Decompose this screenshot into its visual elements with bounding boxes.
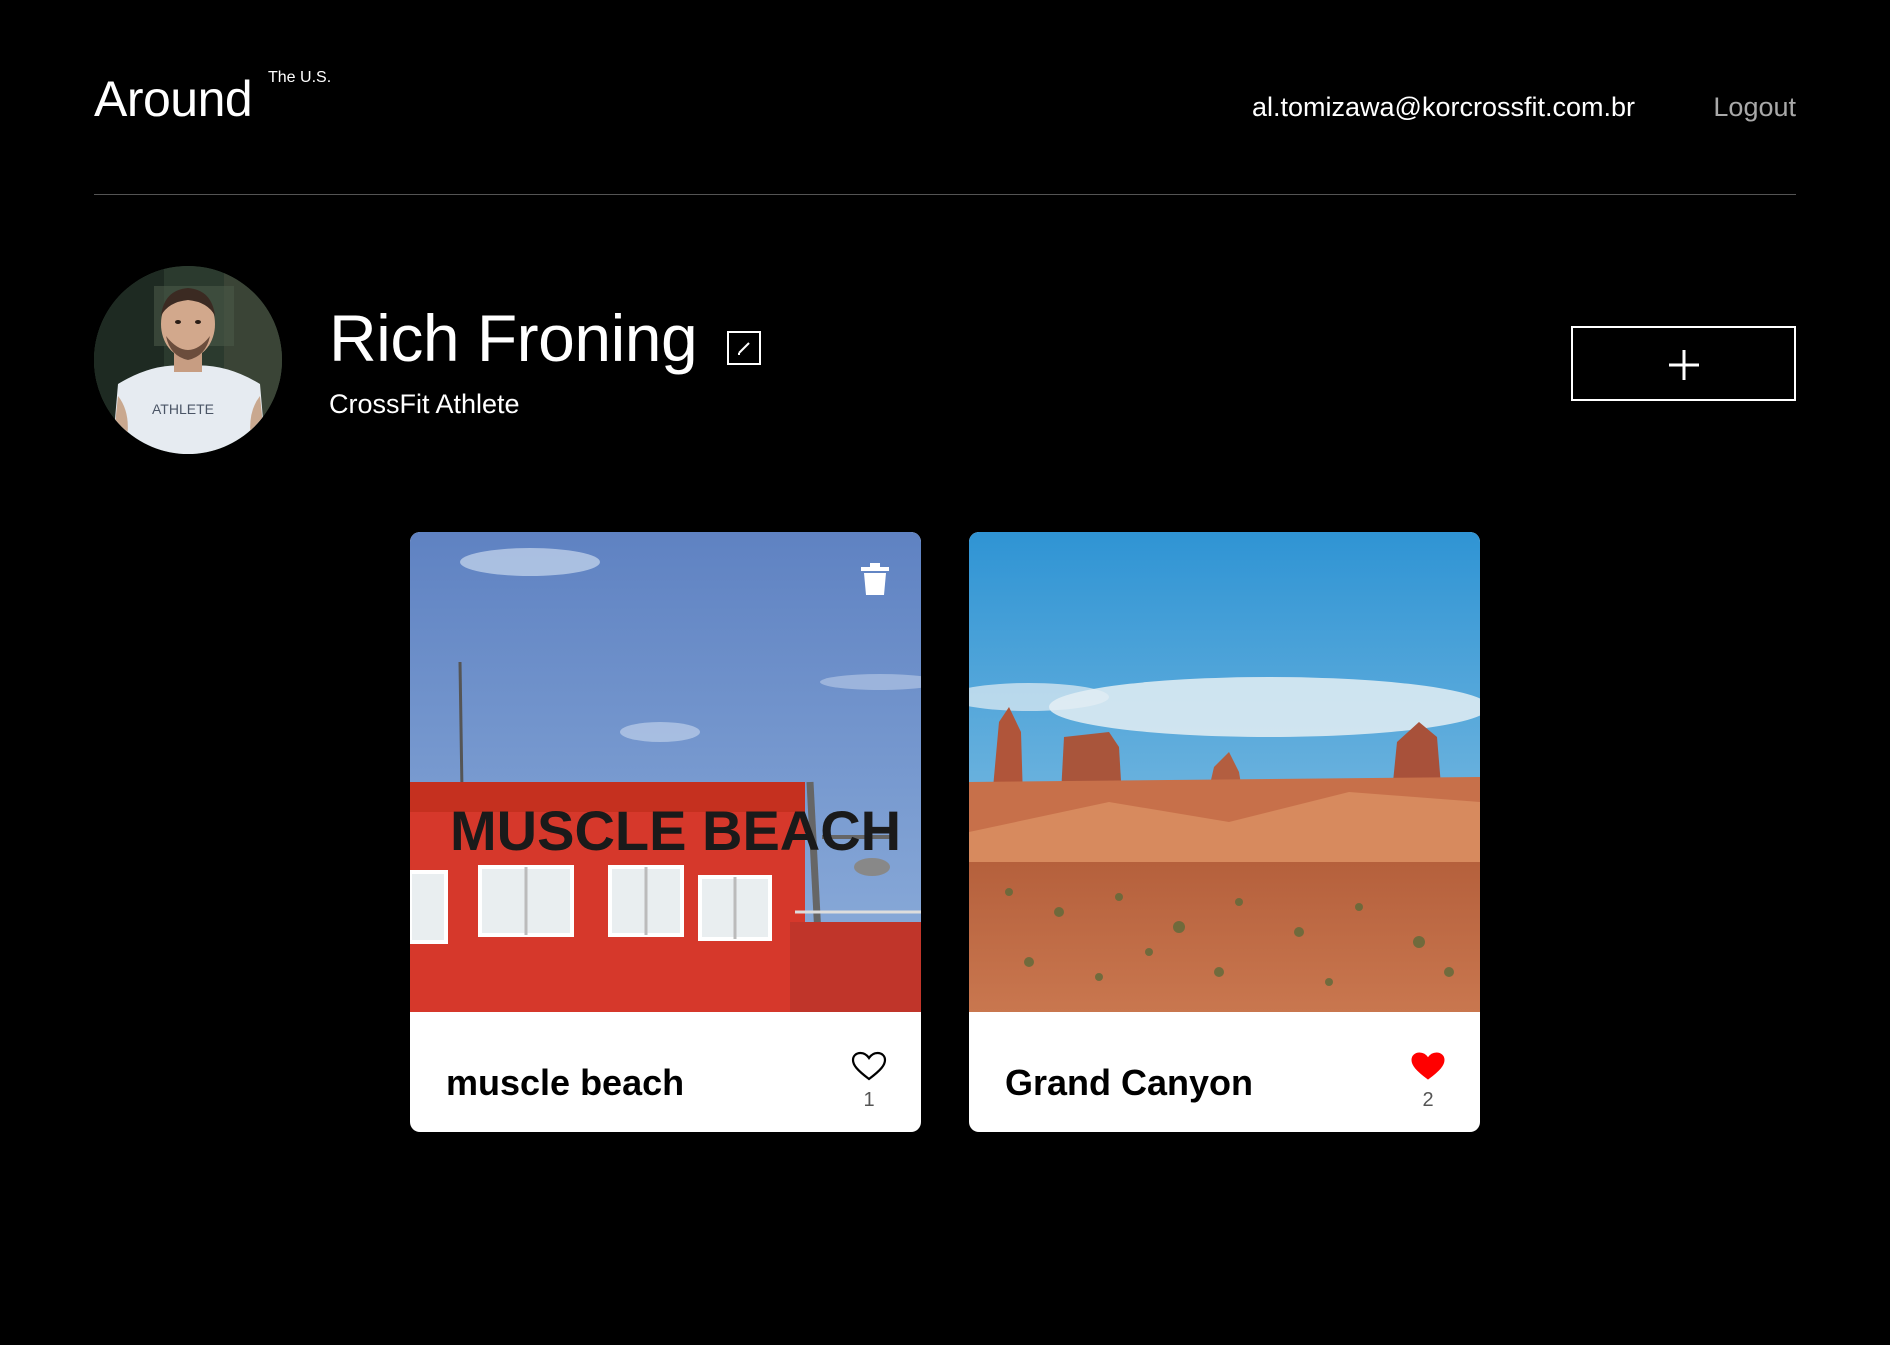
logo[interactable]: Around	[94, 70, 253, 128]
avatar[interactable]: ATHLETE	[94, 266, 282, 454]
heart-outline-icon	[851, 1051, 887, 1081]
like-count: 1	[863, 1089, 875, 1111]
avatar-photo: ATHLETE	[94, 266, 282, 454]
logout-link[interactable]: Logout	[1713, 91, 1796, 123]
like-button[interactable]	[1410, 1051, 1446, 1081]
card-title: Grand Canyon	[1005, 1062, 1254, 1103]
card-image[interactable]	[969, 532, 1480, 1012]
heart-filled-icon	[1411, 1052, 1445, 1080]
grand-canyon-photo	[969, 532, 1480, 1012]
like-count: 2	[1422, 1089, 1434, 1111]
header: Around The U.S. al.tomizawa@korcrossfit.…	[94, 0, 1796, 195]
muscle-beach-sign: MUSCLE BEACH	[450, 799, 901, 862]
delete-card-button[interactable]	[859, 562, 891, 596]
like-button[interactable]	[851, 1051, 887, 1081]
page: Around The U.S. al.tomizawa@korcrossfit.…	[0, 0, 1890, 1345]
trash-icon	[861, 563, 889, 595]
profile-name: Rich Froning	[329, 301, 698, 375]
place-card: MUSCLE BEACH muscle beach 1	[410, 532, 921, 1132]
card-image[interactable]: MUSCLE BEACH	[410, 532, 921, 1012]
profile-about: CrossFit Athlete	[329, 389, 520, 419]
edit-profile-button[interactable]	[727, 331, 761, 365]
svg-text:ATHLETE: ATHLETE	[152, 401, 214, 417]
logo-superscript: The U.S.	[268, 69, 332, 86]
pencil-icon	[738, 342, 750, 355]
place-card: Grand Canyon 2	[969, 532, 1480, 1132]
card-title: muscle beach	[446, 1062, 685, 1103]
add-place-button[interactable]	[1571, 326, 1796, 401]
user-email: al.tomizawa@korcrossfit.com.br	[1252, 92, 1635, 122]
muscle-beach-photo: MUSCLE BEACH	[410, 532, 921, 1012]
plus-icon	[1669, 350, 1699, 380]
